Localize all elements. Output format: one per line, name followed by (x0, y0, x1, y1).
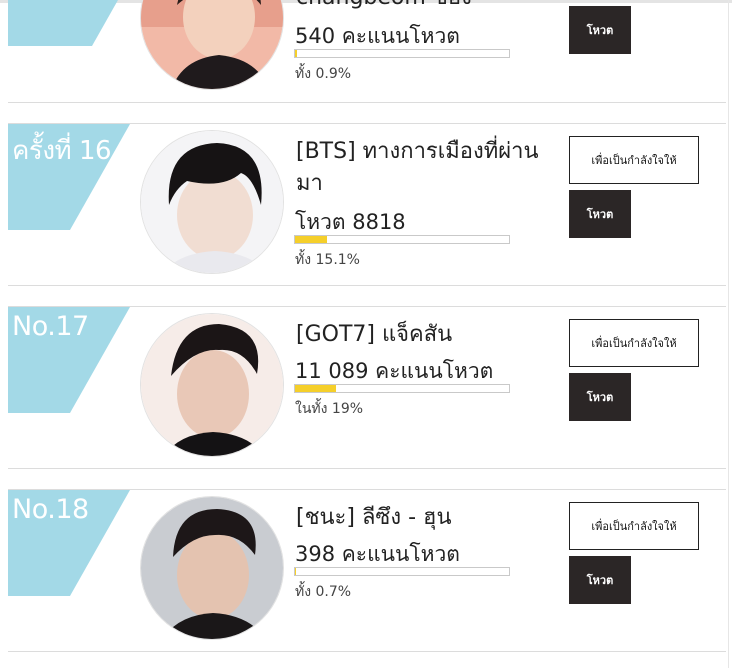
rank-badge-shape (8, 0, 118, 46)
rank-label: ครั้งที่ 16 (12, 136, 112, 166)
contestant-name-text: changbeom ของ (296, 0, 472, 10)
vote-button[interactable]: โหวต (569, 6, 631, 54)
rank-badge: No.18 (8, 490, 130, 596)
rank-badge (8, 0, 130, 46)
contestant-name: changbeom ของ (296, 0, 546, 14)
contestant-name: [ชนะ] ลีซึง - ฮุน (296, 505, 452, 530)
progress-fill (295, 568, 297, 575)
contestant-name: [BTS] ทางการเมืองที่ผ่านมา (296, 139, 539, 196)
avatar-photo (141, 0, 283, 89)
ranking-entry: No.18 [ชนะ] ลีซึง - ฮุน 398 คะแนนโหวต ทั… (0, 490, 732, 668)
entry-divider (8, 468, 726, 469)
entry-divider (8, 102, 726, 103)
vote-button[interactable]: โหวต (569, 373, 631, 421)
ranking-entry: No.17 [GOT7] แจ็คสัน 11 089 คะแนนโหวต ใน… (0, 307, 732, 489)
ranking-entry: changbeom ของ 540 คะแนนโหวต ทั้ง 0.9% โห… (0, 0, 732, 104)
percent-text: ทั้ง 15.1% (295, 252, 360, 268)
cheer-button[interactable]: เพื่อเป็นกำลังใจให้ (569, 502, 699, 550)
avatar (140, 313, 284, 457)
avatar (140, 496, 284, 640)
cheer-button[interactable]: เพื่อเป็นกำลังใจให้ (569, 319, 699, 367)
progress-bar (294, 49, 510, 58)
avatar (140, 130, 284, 274)
entry-divider (8, 651, 726, 652)
vote-ranking-page: changbeom ของ 540 คะแนนโหวต ทั้ง 0.9% โห… (0, 0, 732, 668)
progress-fill (295, 236, 328, 243)
progress-bar (294, 384, 510, 393)
avatar-photo (141, 497, 283, 639)
avatar (140, 0, 284, 90)
rank-badge: ครั้งที่ 16 (8, 124, 130, 230)
vote-button[interactable]: โหวต (569, 556, 631, 604)
vote-button[interactable]: โหวต (569, 190, 631, 238)
avatar-photo (141, 131, 283, 273)
avatar-photo (141, 314, 283, 456)
ranking-entry: ครั้งที่ 16 [BTS] ทางการเมืองที่ผ่านมา โ… (0, 124, 732, 306)
cheer-button[interactable]: เพื่อเป็นกำลังใจให้ (569, 136, 699, 184)
progress-bar (294, 235, 510, 244)
percent-text: ทั้ง 0.9% (295, 66, 352, 82)
percent-text: ทั้ง 0.7% (295, 584, 352, 600)
rank-label: No.18 (12, 494, 89, 525)
percent-text: ในทั้ง 19% (295, 401, 364, 417)
rank-label: No.17 (12, 311, 89, 342)
progress-fill (295, 50, 297, 57)
rank-badge: No.17 (8, 307, 130, 413)
progress-fill (295, 385, 336, 392)
progress-bar (294, 567, 510, 576)
entry-divider (8, 285, 726, 286)
contestant-name: [GOT7] แจ็คสัน (296, 322, 453, 347)
